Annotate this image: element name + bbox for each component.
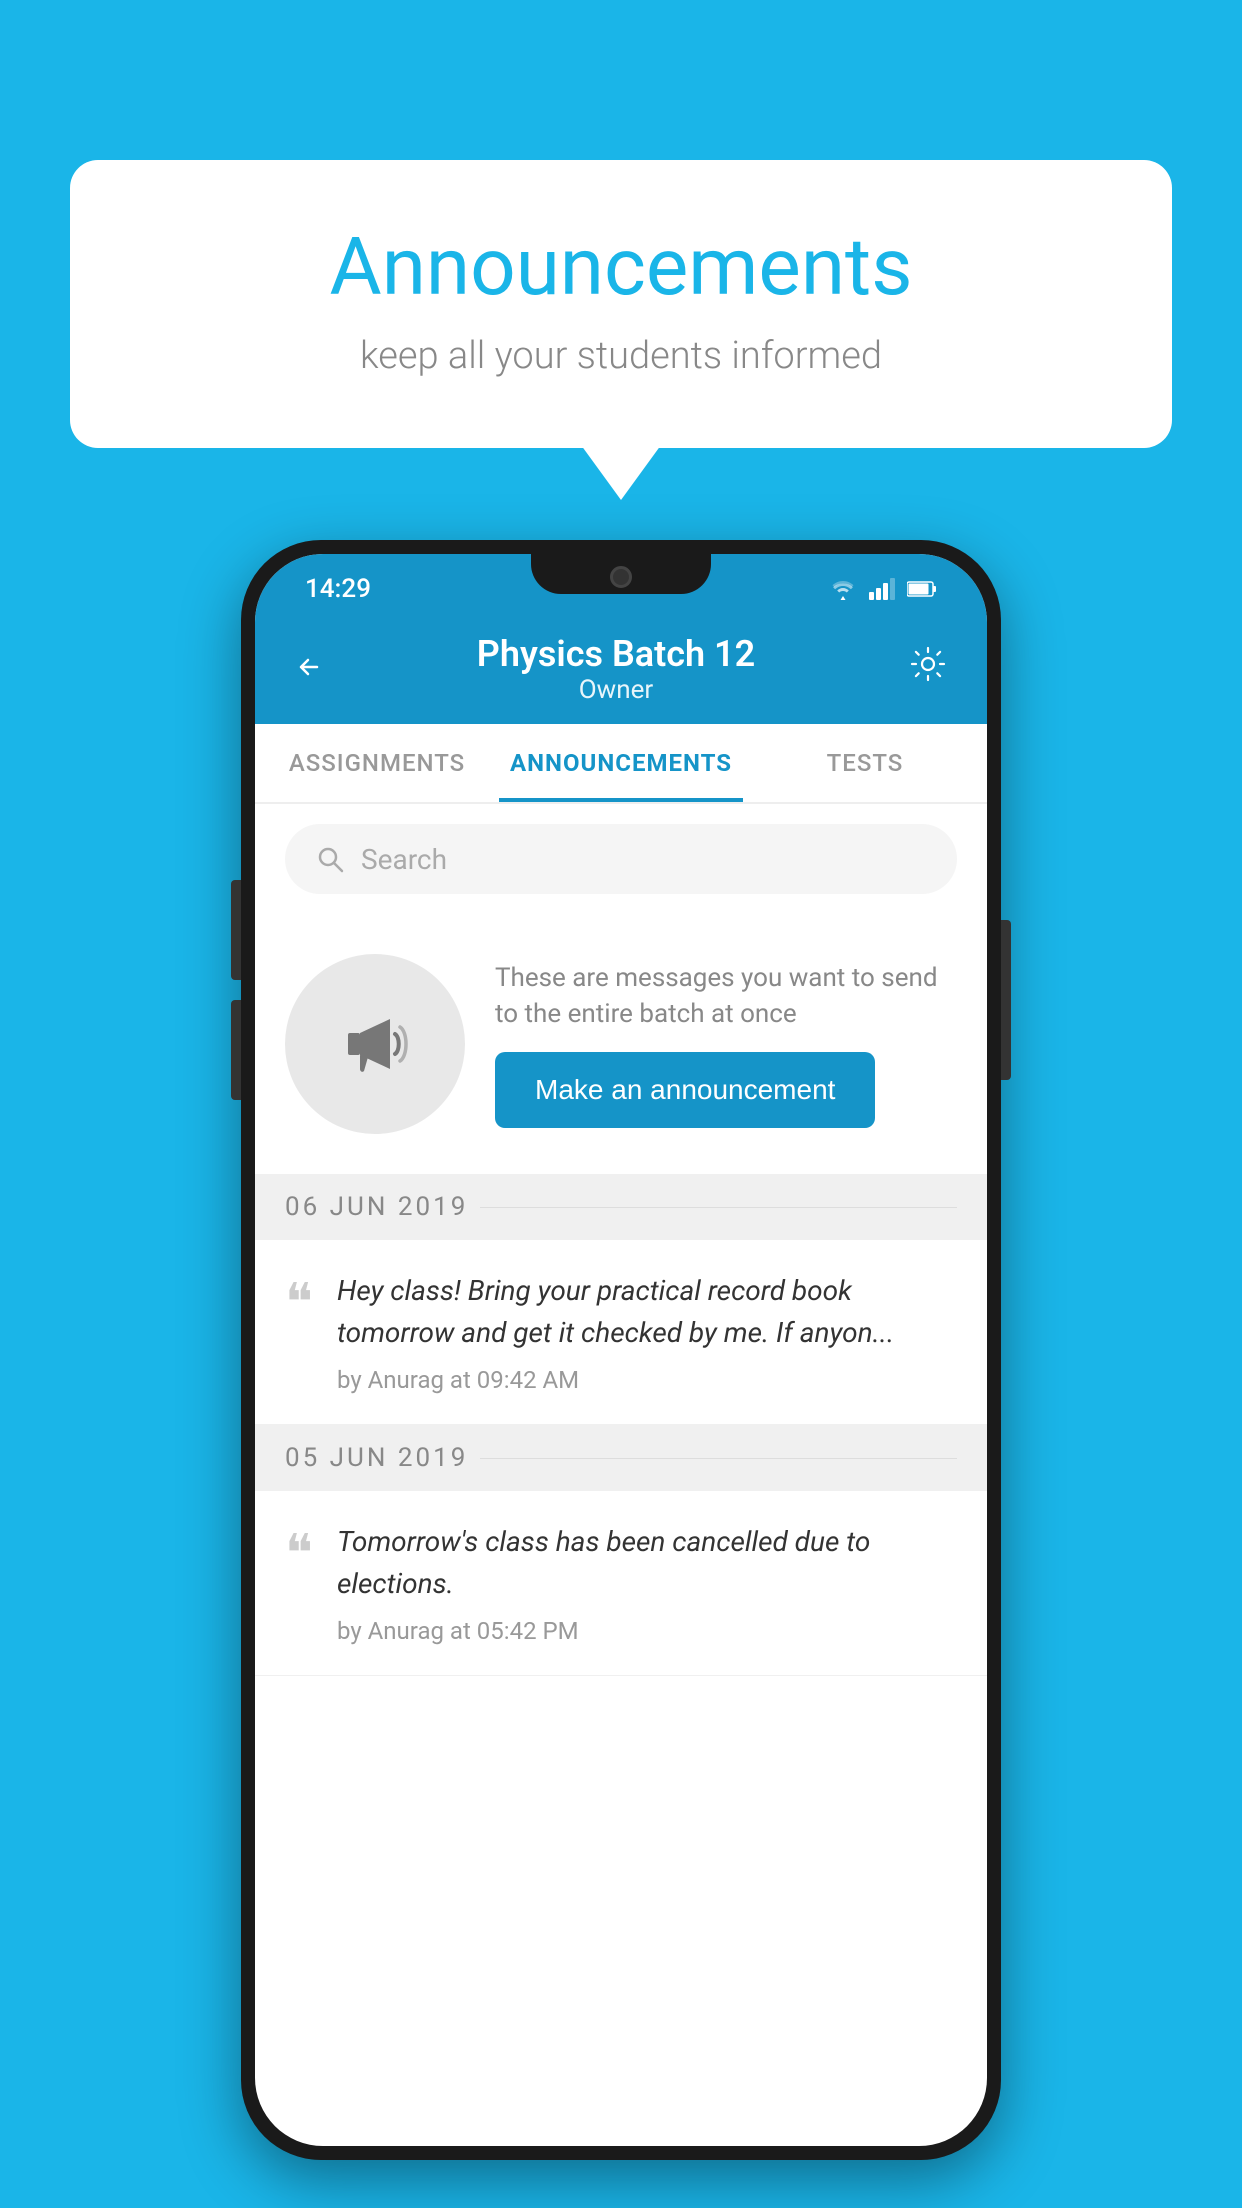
quote-icon-1: ❝ — [285, 1278, 313, 1330]
tab-tests[interactable]: TESTS — [743, 724, 987, 802]
search-container: Search — [255, 804, 987, 914]
date-divider-line-2 — [480, 1458, 957, 1459]
app-bar-title-container: Physics Batch 12 Owner — [323, 633, 909, 705]
date-divider-line-1 — [480, 1207, 957, 1208]
announcement-meta-2: by Anurag at 05:42 PM — [337, 1617, 957, 1645]
announcement-item-1[interactable]: ❝ Hey class! Bring your practical record… — [255, 1240, 987, 1425]
speech-bubble-container: Announcements keep all your students inf… — [70, 160, 1172, 448]
speech-bubble-title: Announcements — [150, 220, 1092, 314]
battery-icon — [907, 580, 937, 598]
date-divider-1: 06 JUN 2019 — [255, 1174, 987, 1240]
tabs-container: ASSIGNMENTS ANNOUNCEMENTS TESTS — [255, 724, 987, 804]
front-camera — [610, 566, 632, 588]
speech-bubble-subtitle: keep all your students informed — [150, 334, 1092, 378]
announcement-text-1: Hey class! Bring your practical record b… — [337, 1270, 957, 1354]
megaphone-icon — [330, 999, 420, 1089]
search-input[interactable]: Search — [361, 843, 447, 876]
make-announcement-button[interactable]: Make an announcement — [495, 1052, 875, 1128]
announcement-content-2: Tomorrow's class has been cancelled due … — [337, 1521, 957, 1645]
phone-container: 14:29 — [241, 540, 1001, 2160]
phone-screen: 14:29 — [255, 554, 987, 2146]
announcement-description: These are messages you want to send to t… — [495, 960, 957, 1033]
tab-announcements[interactable]: ANNOUNCEMENTS — [499, 724, 743, 802]
announcement-prompt: These are messages you want to send to t… — [255, 914, 987, 1174]
date-label-2: 05 JUN 2019 — [285, 1443, 468, 1473]
announcement-item-2[interactable]: ❝ Tomorrow's class has been cancelled du… — [255, 1491, 987, 1676]
phone-notch — [531, 554, 711, 594]
status-time: 14:29 — [305, 574, 371, 604]
phone-frame: 14:29 — [241, 540, 1001, 2160]
wifi-icon — [829, 578, 857, 600]
search-bar[interactable]: Search — [285, 824, 957, 894]
announcement-content-1: Hey class! Bring your practical record b… — [337, 1270, 957, 1394]
announcement-icon-circle — [285, 954, 465, 1134]
speech-bubble: Announcements keep all your students inf… — [70, 160, 1172, 448]
back-button[interactable] — [295, 648, 323, 690]
announcement-text-2: Tomorrow's class has been cancelled due … — [337, 1521, 957, 1605]
announcement-right: These are messages you want to send to t… — [495, 960, 957, 1129]
volume-up-button — [231, 880, 241, 980]
signal-icon — [869, 578, 895, 600]
power-button — [1001, 920, 1011, 1080]
volume-down-button — [231, 1000, 241, 1100]
search-icon — [315, 844, 345, 874]
app-bar-subtitle: Owner — [323, 675, 909, 705]
status-icons — [829, 578, 937, 600]
settings-icon[interactable] — [909, 645, 947, 693]
tab-assignments[interactable]: ASSIGNMENTS — [255, 724, 499, 802]
quote-icon-2: ❝ — [285, 1529, 313, 1581]
announcement-meta-1: by Anurag at 09:42 AM — [337, 1366, 957, 1394]
date-label-1: 06 JUN 2019 — [285, 1192, 468, 1222]
app-bar: Physics Batch 12 Owner — [255, 614, 987, 724]
date-divider-2: 05 JUN 2019 — [255, 1425, 987, 1491]
app-bar-title: Physics Batch 12 — [323, 633, 909, 675]
